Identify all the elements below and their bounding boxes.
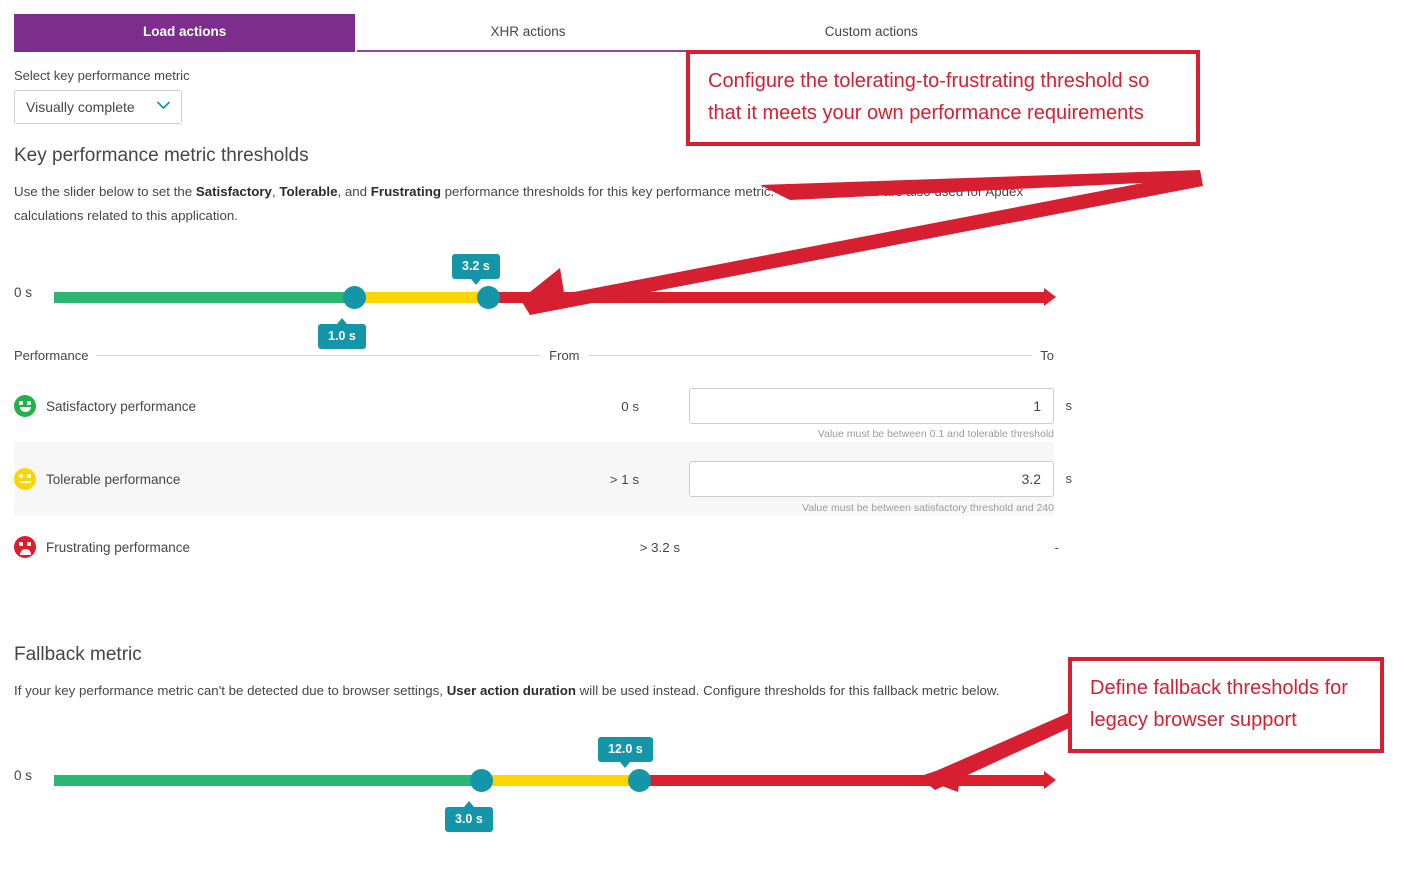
annotation-fallback: Define fallback thresholds for legacy br… [1068,657,1384,753]
annotation-threshold: Configure the tolerating-to-frustrating … [686,50,1200,146]
